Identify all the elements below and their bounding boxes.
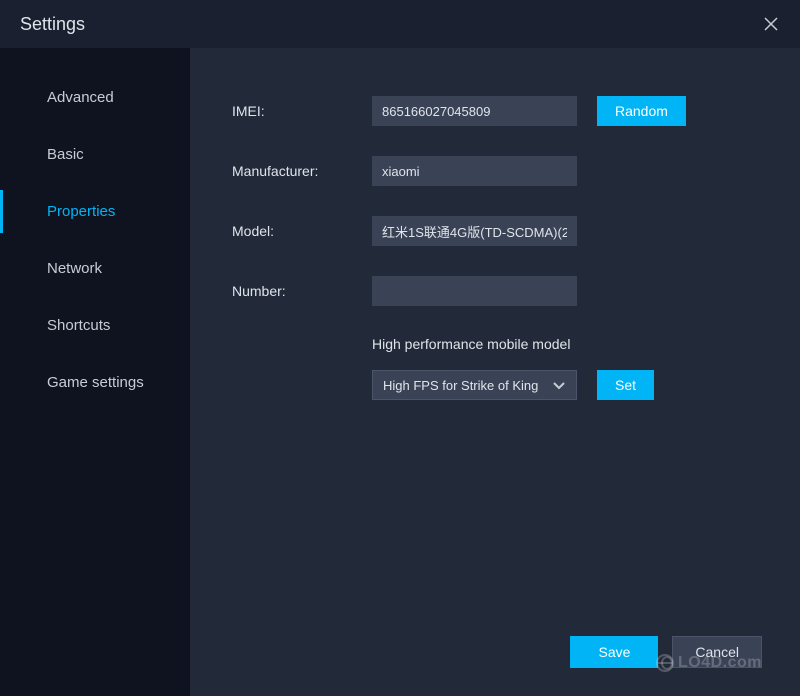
footer-buttons: Save Cancel (570, 636, 762, 668)
titlebar: Settings (0, 0, 800, 48)
row-imei: IMEI: Random (232, 96, 780, 126)
row-model: Model: (232, 216, 780, 246)
random-button[interactable]: Random (597, 96, 686, 126)
save-button[interactable]: Save (570, 636, 658, 668)
row-manufacturer: Manufacturer: (232, 156, 780, 186)
sidebar-item-network[interactable]: Network (0, 247, 190, 290)
manufacturer-field[interactable] (372, 156, 577, 186)
window-body: Advanced Basic Properties Network Shortc… (0, 48, 800, 696)
close-icon[interactable] (762, 15, 780, 33)
number-field[interactable] (372, 276, 577, 306)
perf-section-label: High performance mobile model (372, 336, 780, 352)
label-manufacturer: Manufacturer: (232, 163, 372, 179)
label-number: Number: (232, 283, 372, 299)
cancel-button[interactable]: Cancel (672, 636, 762, 668)
sidebar: Advanced Basic Properties Network Shortc… (0, 48, 190, 696)
settings-window: Settings Advanced Basic Properties Netwo… (0, 0, 800, 696)
perf-select-value: High FPS for Strike of King (383, 378, 538, 393)
row-perf-select: High FPS for Strike of King Set (372, 370, 780, 400)
sidebar-item-game-settings[interactable]: Game settings (0, 361, 190, 404)
chevron-down-icon (552, 380, 566, 390)
label-model: Model: (232, 223, 372, 239)
imei-field[interactable] (372, 96, 577, 126)
sidebar-item-basic[interactable]: Basic (0, 133, 190, 176)
perf-model-select[interactable]: High FPS for Strike of King (372, 370, 577, 400)
sidebar-item-properties[interactable]: Properties (0, 190, 190, 233)
model-field[interactable] (372, 216, 577, 246)
window-title: Settings (20, 14, 85, 35)
row-number: Number: (232, 276, 780, 306)
sidebar-item-advanced[interactable]: Advanced (0, 76, 190, 119)
sidebar-item-shortcuts[interactable]: Shortcuts (0, 304, 190, 347)
set-button[interactable]: Set (597, 370, 654, 400)
content-pane: IMEI: Random Manufacturer: Model: Number… (190, 48, 800, 696)
label-imei: IMEI: (232, 103, 372, 119)
